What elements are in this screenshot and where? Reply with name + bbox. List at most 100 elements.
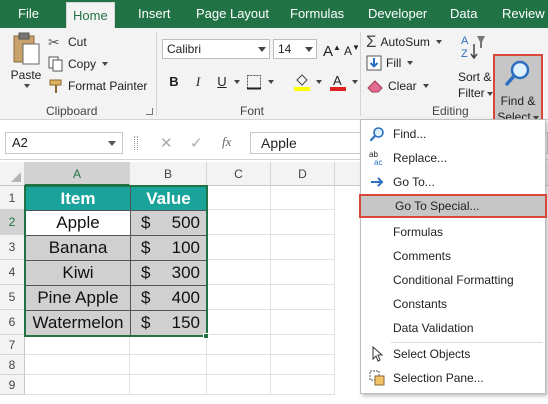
cell[interactable]: [271, 235, 335, 260]
clear-button[interactable]: Clear: [366, 78, 429, 94]
table-cell-item[interactable]: Pine Apple: [25, 285, 131, 311]
cell[interactable]: [271, 355, 335, 375]
menu-item-conditional-formatting[interactable]: Conditional Formatting: [361, 268, 545, 292]
table-header-value[interactable]: Value: [130, 186, 207, 211]
fill-color-button[interactable]: [292, 72, 312, 92]
table-cell-item[interactable]: Banana: [25, 235, 131, 261]
cell[interactable]: [207, 260, 271, 285]
tab-home[interactable]: Home: [66, 2, 115, 28]
cell[interactable]: [25, 335, 130, 355]
column-header-b[interactable]: B: [130, 162, 207, 186]
find-select-button[interactable]: Find & Select: [493, 54, 543, 128]
table-cell-item[interactable]: Watermelon: [25, 310, 131, 336]
name-box[interactable]: A2: [5, 132, 123, 154]
cancel-icon[interactable]: ✕: [160, 134, 173, 152]
cell[interactable]: [207, 186, 271, 210]
cell[interactable]: [271, 335, 335, 355]
cell[interactable]: [207, 335, 271, 355]
cell[interactable]: [130, 335, 207, 355]
table-cell-value[interactable]: $ 100: [130, 235, 207, 261]
cell[interactable]: [207, 310, 271, 335]
row-header-2[interactable]: 2: [0, 210, 25, 235]
menu-item-constants[interactable]: Constants: [361, 292, 545, 316]
table-cell-value[interactable]: $ 400: [130, 285, 207, 311]
tab-file[interactable]: File: [12, 0, 45, 28]
row-header-1[interactable]: 1: [0, 186, 25, 210]
fill-button[interactable]: Fill: [366, 55, 414, 71]
cut-button[interactable]: ✂ Cut: [48, 34, 87, 50]
row-header-9[interactable]: 9: [0, 375, 25, 395]
menu-item-select-objects[interactable]: Select Objects: [361, 342, 545, 366]
menu-item-find[interactable]: Find...: [361, 122, 545, 146]
cell[interactable]: [271, 375, 335, 395]
italic-button[interactable]: I: [188, 72, 208, 92]
underline-button[interactable]: U: [212, 72, 232, 92]
format-painter-button[interactable]: Format Painter: [48, 78, 147, 94]
cell[interactable]: [271, 285, 335, 310]
tab-data[interactable]: Data: [444, 0, 483, 28]
copy-button[interactable]: Copy: [48, 56, 109, 72]
cell[interactable]: [207, 355, 271, 375]
menu-item-data-validation[interactable]: Data Validation: [361, 316, 545, 340]
cell[interactable]: [271, 260, 335, 285]
insert-function-icon[interactable]: fx: [222, 134, 231, 150]
menu-item-go-to[interactable]: Go To...: [361, 170, 545, 194]
table-cell-value[interactable]: $ 300: [130, 260, 207, 286]
check-icon[interactable]: ✓: [190, 134, 203, 152]
table-cell-item[interactable]: Kiwi: [25, 260, 131, 286]
menu-item-replace[interactable]: ab ac Replace...: [361, 146, 545, 170]
cell[interactable]: [25, 355, 130, 375]
font-size-select[interactable]: 14: [273, 39, 317, 59]
bold-button[interactable]: B: [164, 72, 184, 92]
menu-item-go-to-special[interactable]: Go To Special...: [359, 194, 547, 218]
table-cell-value[interactable]: $ 500: [130, 210, 207, 236]
tab-formulas[interactable]: Formulas: [284, 0, 350, 28]
tab-insert[interactable]: Insert: [132, 0, 177, 28]
cell[interactable]: [207, 285, 271, 310]
table-cell-item[interactable]: Apple: [25, 210, 131, 236]
menu-item-comments[interactable]: Comments: [361, 244, 545, 268]
row-header-7[interactable]: 7: [0, 335, 25, 355]
cell[interactable]: [130, 375, 207, 395]
tab-developer[interactable]: Developer: [362, 0, 433, 28]
cell[interactable]: [271, 210, 335, 235]
increase-font-button[interactable]: A▲: [322, 38, 342, 60]
select-all-corner[interactable]: [0, 162, 25, 186]
cell[interactable]: [207, 210, 271, 235]
chevron-down-icon[interactable]: [316, 80, 322, 84]
resize-handle[interactable]: [134, 136, 138, 150]
row-header-3[interactable]: 3: [0, 235, 25, 260]
table-header-item[interactable]: Item: [25, 186, 131, 211]
borders-button[interactable]: [244, 72, 264, 92]
column-header-a[interactable]: A: [25, 162, 130, 186]
clipboard-launcher-icon[interactable]: [146, 108, 153, 115]
menu-item-formulas[interactable]: Formulas: [361, 220, 545, 244]
chevron-down-icon[interactable]: [352, 80, 358, 84]
row-header-4[interactable]: 4: [0, 260, 25, 285]
cell[interactable]: [207, 375, 271, 395]
cell[interactable]: [271, 310, 335, 335]
chevron-down-icon[interactable]: [234, 80, 240, 84]
cell[interactable]: [207, 235, 271, 260]
cell[interactable]: [271, 186, 335, 210]
table-cell-value[interactable]: $ 150: [130, 310, 207, 336]
cell[interactable]: [25, 375, 130, 395]
font-color-button[interactable]: A: [328, 72, 348, 92]
column-header-c[interactable]: C: [207, 162, 271, 186]
tab-page-layout[interactable]: Page Layout: [190, 0, 275, 28]
cell[interactable]: [130, 355, 207, 375]
row-header-8[interactable]: 8: [0, 355, 25, 375]
column-header-d[interactable]: D: [271, 162, 335, 186]
sort-filter-button[interactable]: A Z Sort & Filter: [456, 32, 494, 102]
menu-item-selection-pane[interactable]: Selection Pane...: [361, 366, 545, 390]
paste-button[interactable]: Paste: [6, 32, 46, 88]
row-header-6[interactable]: 6: [0, 310, 25, 335]
fill-handle[interactable]: [203, 333, 209, 339]
row-header-5[interactable]: 5: [0, 285, 25, 310]
chevron-down-icon[interactable]: [268, 80, 274, 84]
currency-symbol: $: [141, 238, 151, 257]
tab-review[interactable]: Review: [496, 0, 548, 28]
autosum-button[interactable]: Σ AutoSum: [366, 32, 442, 52]
decrease-font-button[interactable]: A▼: [342, 38, 362, 58]
font-name-select[interactable]: Calibri: [162, 39, 270, 59]
